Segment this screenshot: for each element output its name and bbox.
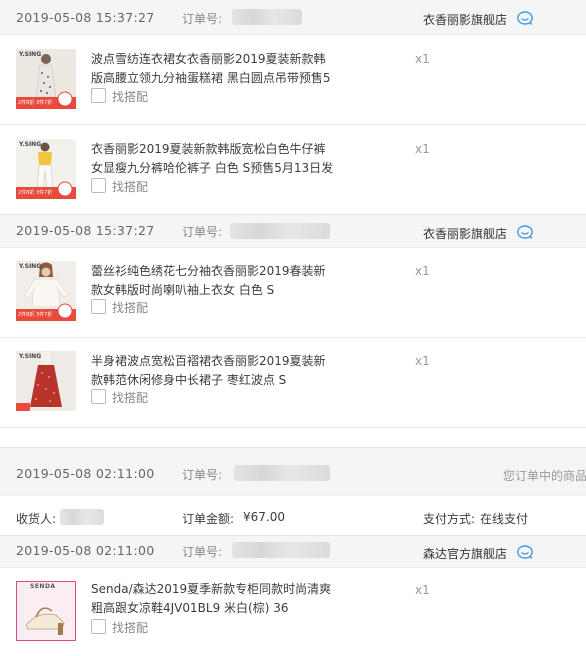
- find-match-link[interactable]: 找搭配: [91, 88, 148, 105]
- item-quantity: x1: [415, 52, 430, 66]
- product-title-link[interactable]: Senda/森达2019夏季新款专柜同款时尚清爽粗高跟女凉鞋4JV01BL9 米…: [91, 580, 337, 618]
- find-match-link[interactable]: 找搭配: [91, 619, 148, 636]
- payment-method-value: 在线支付: [480, 512, 529, 526]
- match-icon: [91, 619, 106, 634]
- store-name-link[interactable]: 衣香丽影旗舰店: [423, 225, 507, 242]
- brand-mark: Y.SING: [19, 51, 42, 58]
- order-header: 2019-05-08 15:37:27 订单号: 衣香丽影旗舰店: [0, 0, 586, 34]
- product-title-link[interactable]: 半身裙波点宽松百褶裙衣香丽影2019夏装新款韩范休闲修身中长裙子 枣红波点 S: [91, 352, 337, 390]
- order-header: 2019-05-08 15:37:27 订单号: 衣香丽影旗舰店: [0, 214, 586, 248]
- order-date: 2019-05-08 02:11:00: [16, 466, 155, 481]
- order-header: 2019-05-08 02:11:00 订单号: 森达官方旗舰店: [0, 535, 586, 568]
- match-icon: [91, 178, 106, 193]
- item-quantity: x1: [415, 142, 430, 156]
- order-number-redacted: [230, 223, 330, 239]
- product-thumbnail[interactable]: Y.SING 2件8折 3件7折: [16, 261, 76, 321]
- order-number-label: 订单号:: [182, 12, 223, 26]
- item-quantity: x1: [415, 583, 430, 597]
- receiver-redacted: [60, 509, 104, 525]
- find-match-label: 找搭配: [112, 180, 149, 194]
- product-thumbnail[interactable]: Y.SING 2件8折 3件7折: [16, 139, 76, 199]
- find-match-link[interactable]: 找搭配: [91, 299, 148, 316]
- find-match-label: 找搭配: [112, 621, 149, 635]
- order-item-row: SENDA Senda/森达2019夏季新款专柜同款时尚清爽粗高跟女凉鞋4JV0…: [0, 567, 586, 656]
- find-match-label: 找搭配: [112, 90, 149, 104]
- wangwang-chat-icon[interactable]: [517, 225, 533, 239]
- receiver-label: 收货人:: [16, 512, 57, 526]
- order-amount-label: 订单金额:: [182, 512, 235, 526]
- payment-method-label: 支付方式:: [423, 512, 476, 526]
- promo-tag: 2件8折 3件7折: [18, 190, 53, 196]
- product-thumbnail[interactable]: Y.SING 2件8折 3件7折: [16, 49, 76, 109]
- find-match-label: 找搭配: [112, 301, 149, 315]
- item-quantity: x1: [415, 354, 430, 368]
- product-thumbnail[interactable]: Y.SING: [16, 351, 76, 411]
- order-info-row: 收货人: 订单金额: ¥67.00 支付方式: 在线支付: [0, 495, 586, 536]
- order-date: 2019-05-08 15:37:27: [16, 223, 155, 238]
- wangwang-chat-icon[interactable]: [517, 545, 533, 559]
- product-title-link[interactable]: 波点雪纺连衣裙女衣香丽影2019夏装新款韩版高腰立领九分袖蛋糕裙 黑白圆点吊带预…: [91, 50, 337, 88]
- order-item-row: Y.SING 2件8折 3件7折 波点雪纺连衣裙女衣香丽影2019夏装新款韩版高…: [0, 34, 586, 125]
- order-item-row: Y.SING 2件8折 3件7折 衣香丽影2019夏装新款韩版宽松白色牛仔裤女显…: [0, 124, 586, 215]
- order-item-row: Y.SING 半身裙波点宽松百褶裙衣香丽影2019夏装新款韩范休闲修身中长裙子 …: [0, 337, 586, 428]
- order-date: 2019-05-08 15:37:27: [16, 10, 155, 25]
- product-thumbnail[interactable]: SENDA: [16, 581, 76, 641]
- wangwang-chat-icon[interactable]: [517, 11, 533, 25]
- match-icon: [91, 88, 106, 103]
- product-title-link[interactable]: 衣香丽影2019夏装新款韩版宽松白色牛仔裤女显瘦九分裤哈伦裤子 白色 S预售5月…: [91, 140, 337, 178]
- order-separator: [0, 427, 586, 448]
- order-number-label: 订单号:: [182, 225, 223, 239]
- order-summary-header: 2019-05-08 02:11:00 订单号: 您订单中的商品: [0, 447, 586, 496]
- match-icon: [91, 389, 106, 404]
- match-icon: [91, 299, 106, 314]
- find-match-link[interactable]: 找搭配: [91, 389, 148, 406]
- brand-mark: SENDA: [30, 583, 56, 590]
- brand-mark: Y.SING: [19, 263, 42, 270]
- item-quantity: x1: [415, 264, 430, 278]
- store-name-link[interactable]: 衣香丽影旗舰店: [423, 11, 507, 28]
- order-number-label: 订单号:: [182, 545, 223, 559]
- order-date: 2019-05-08 02:11:00: [16, 543, 155, 558]
- brand-mark: Y.SING: [19, 353, 42, 360]
- product-title-link[interactable]: 蕾丝衫纯色绣花七分袖衣香丽影2019春装新款女韩版时尚喇叭袖上衣女 白色 S: [91, 262, 337, 300]
- find-match-link[interactable]: 找搭配: [91, 178, 148, 195]
- order-number-redacted: [232, 9, 302, 25]
- order-items-hint: 您订单中的商品: [503, 469, 586, 483]
- find-match-label: 找搭配: [112, 391, 149, 405]
- order-number-label: 订单号:: [182, 468, 223, 482]
- order-amount-value: ¥67.00: [243, 510, 285, 524]
- promo-tag: 2件8折 3件7折: [18, 100, 53, 106]
- brand-mark: Y.SING: [19, 141, 42, 148]
- order-item-row: Y.SING 2件8折 3件7折 蕾丝衫纯色绣花七分袖衣香丽影2019春装新款女…: [0, 247, 586, 338]
- order-number-redacted: [232, 542, 330, 558]
- store-name-link[interactable]: 森达官方旗舰店: [423, 545, 507, 562]
- promo-tag: 2件8折 3件7折: [18, 312, 53, 318]
- order-number-redacted: [234, 465, 330, 481]
